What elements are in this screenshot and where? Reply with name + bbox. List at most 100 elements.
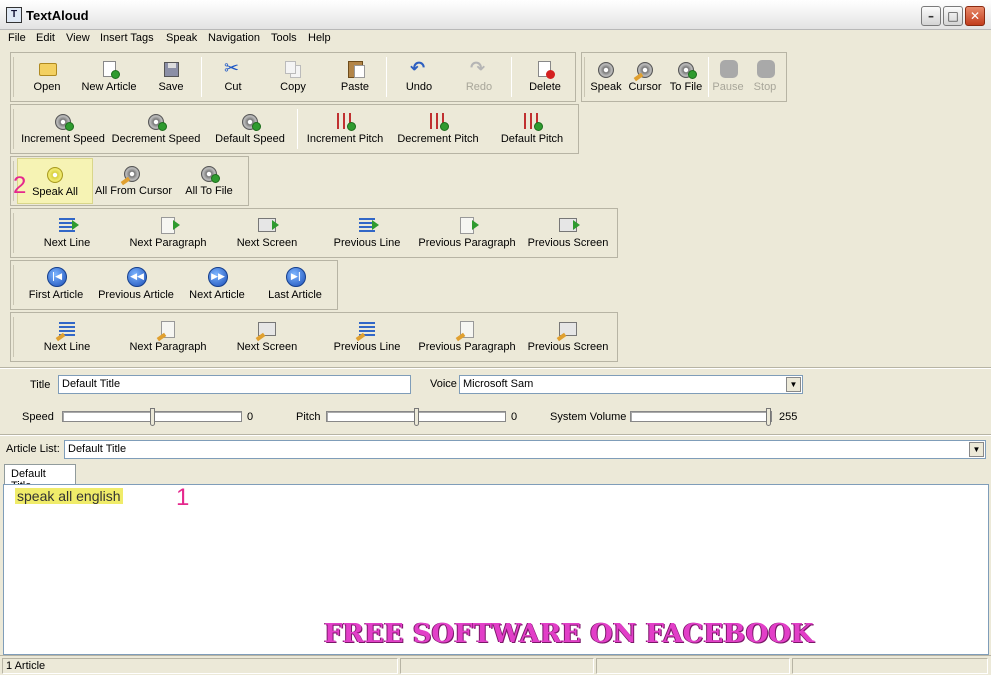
next-paragraph-button[interactable]: Next Paragraph — [123, 215, 213, 249]
previous-screen-button[interactable]: Previous Screen — [523, 319, 613, 353]
system-volume-value: 255 — [779, 411, 798, 423]
pitch-slider[interactable] — [326, 408, 506, 426]
menu-edit[interactable]: Edit — [36, 32, 55, 44]
undo-label: Undo — [405, 81, 433, 93]
toolbar-grip[interactable] — [13, 57, 16, 97]
cut-button[interactable]: ✂ Cut — [211, 59, 255, 94]
previous-paragraph-button[interactable]: Previous Paragraph — [417, 215, 517, 249]
next-article-button[interactable]: ▶▶ Next Article — [185, 267, 249, 301]
close-button[interactable]: ✕ — [965, 6, 985, 26]
next-screen-button[interactable]: Next Screen — [227, 215, 307, 249]
text-editor[interactable]: speak all english 1 FREE SOFTWARE ON FAC… — [3, 484, 989, 655]
speak-all-label: Speak All — [32, 186, 78, 198]
all-to-file-label: All To File — [185, 185, 233, 197]
menu-speak[interactable]: Speak — [166, 32, 197, 44]
form-divider — [0, 367, 991, 369]
next-line-label: Next Line — [43, 237, 91, 249]
chevron-down-icon[interactable]: ▼ — [786, 377, 801, 392]
next-line-button[interactable]: Next Line — [31, 215, 103, 249]
first-article-button[interactable]: |◀ First Article — [25, 267, 87, 301]
redo-label: Redo — [465, 81, 493, 93]
toolbar-grip[interactable] — [13, 317, 16, 357]
redo-icon: ↷ — [470, 58, 486, 79]
all-to-file-button[interactable]: All To File — [177, 163, 241, 197]
speed-slider[interactable] — [62, 408, 242, 426]
decrement-pitch-button[interactable]: Decrement Pitch — [395, 111, 481, 145]
tab-default-title[interactable]: Default Title — [4, 464, 76, 492]
menu-navigation[interactable]: Navigation — [208, 32, 260, 44]
article-toolbar: |◀ First Article ◀◀ Previous Article ▶▶ … — [10, 260, 338, 310]
menu-bar: File Edit View Insert Tags Speak Navigat… — [0, 30, 991, 48]
previous-screen-button[interactable]: Previous Screen — [523, 215, 613, 249]
system-volume-label: System Volume — [550, 411, 627, 423]
speak-button[interactable]: Speak — [590, 59, 622, 93]
toolbar-grip[interactable] — [13, 213, 16, 253]
navigation-toolbar-2: Next Line Next Paragraph Next Screen Pre… — [10, 312, 618, 362]
previous-line-button[interactable]: Previous Line — [327, 215, 407, 249]
stop-icon — [754, 59, 776, 79]
copy-button[interactable]: Copy — [271, 59, 315, 93]
speak-all-button[interactable]: Speak All — [17, 158, 93, 204]
save-to-file-icon — [675, 59, 697, 79]
decrement-speed-label: Decrement Speed — [111, 133, 201, 145]
volume-slider-thumb[interactable] — [766, 408, 771, 426]
minimize-button[interactable]: – — [921, 6, 941, 26]
toolbar-grip[interactable] — [13, 265, 16, 305]
voice-toolbar: Increment Speed Decrement Speed Default … — [10, 104, 579, 154]
redo-button[interactable]: ↷ Redo — [457, 58, 501, 94]
copy-icon — [282, 59, 304, 79]
speaker-icon — [595, 59, 617, 79]
next-paragraph-label: Next Paragraph — [129, 341, 207, 353]
watermark-text: FREE SOFTWARE ON FACEBOOK — [324, 619, 814, 649]
next-screen-button[interactable]: Next Screen — [227, 319, 307, 353]
previous-paragraph-button[interactable]: Previous Paragraph — [417, 319, 517, 353]
next-paragraph-button[interactable]: Next Paragraph — [123, 319, 213, 353]
menu-tools[interactable]: Tools — [271, 32, 297, 44]
delete-document-icon — [534, 59, 556, 79]
open-button[interactable]: Open — [25, 59, 69, 93]
next-line-button[interactable]: Next Line — [31, 319, 103, 353]
delete-button[interactable]: Delete — [523, 59, 567, 93]
paste-clipboard-icon — [344, 59, 366, 79]
pause-button[interactable]: Pause — [710, 59, 746, 93]
increment-speed-button[interactable]: Increment Speed — [21, 111, 105, 145]
previous-line-button[interactable]: Previous Line — [327, 319, 407, 353]
default-pitch-button[interactable]: Default Pitch — [495, 111, 569, 145]
delete-label: Delete — [529, 81, 561, 93]
system-volume-slider[interactable] — [630, 408, 772, 426]
chevron-down-icon[interactable]: ▼ — [969, 442, 984, 457]
undo-icon: ↶ — [410, 58, 426, 79]
paste-button[interactable]: Paste — [333, 59, 377, 93]
all-from-cursor-button[interactable]: All From Cursor — [95, 163, 172, 197]
next-paragraph-icon — [156, 319, 179, 342]
last-article-button[interactable]: ▶| Last Article — [265, 267, 325, 301]
menu-help[interactable]: Help — [308, 32, 331, 44]
undo-button[interactable]: ↶ Undo — [397, 58, 441, 94]
next-screen-icon — [255, 319, 278, 342]
default-pitch-label: Default Pitch — [500, 133, 564, 145]
speak-cursor-button[interactable]: Cursor — [628, 59, 662, 93]
speed-slider-thumb[interactable] — [150, 408, 155, 426]
pause-icon — [717, 59, 739, 79]
title-input[interactable]: Default Title — [58, 375, 411, 394]
stop-button[interactable]: Stop — [748, 59, 782, 93]
article-list-select[interactable]: Default Title ▼ — [64, 440, 986, 459]
default-speed-button[interactable]: Default Speed — [211, 111, 289, 145]
menu-view[interactable]: View — [66, 32, 90, 44]
new-article-button[interactable]: New Article — [77, 59, 141, 93]
to-file-button[interactable]: To File — [666, 59, 706, 93]
speaker-cursor-icon — [633, 59, 656, 82]
pitch-slider-thumb[interactable] — [414, 408, 419, 426]
decrement-speed-button[interactable]: Decrement Speed — [111, 111, 201, 145]
toolbar-grip[interactable] — [584, 57, 587, 97]
menu-insert-tags[interactable]: Insert Tags — [100, 32, 154, 44]
increment-pitch-button[interactable]: Increment Pitch — [305, 111, 385, 145]
maximize-button[interactable]: □ — [943, 6, 963, 26]
new-article-label: New Article — [81, 81, 137, 93]
toolbar-grip[interactable] — [13, 109, 16, 149]
previous-article-button[interactable]: ◀◀ Previous Article — [97, 267, 175, 301]
save-button[interactable]: Save — [149, 59, 193, 93]
window-title: TextAloud — [26, 8, 89, 23]
voice-select[interactable]: Microsoft Sam ▼ — [459, 375, 803, 394]
menu-file[interactable]: File — [8, 32, 26, 44]
